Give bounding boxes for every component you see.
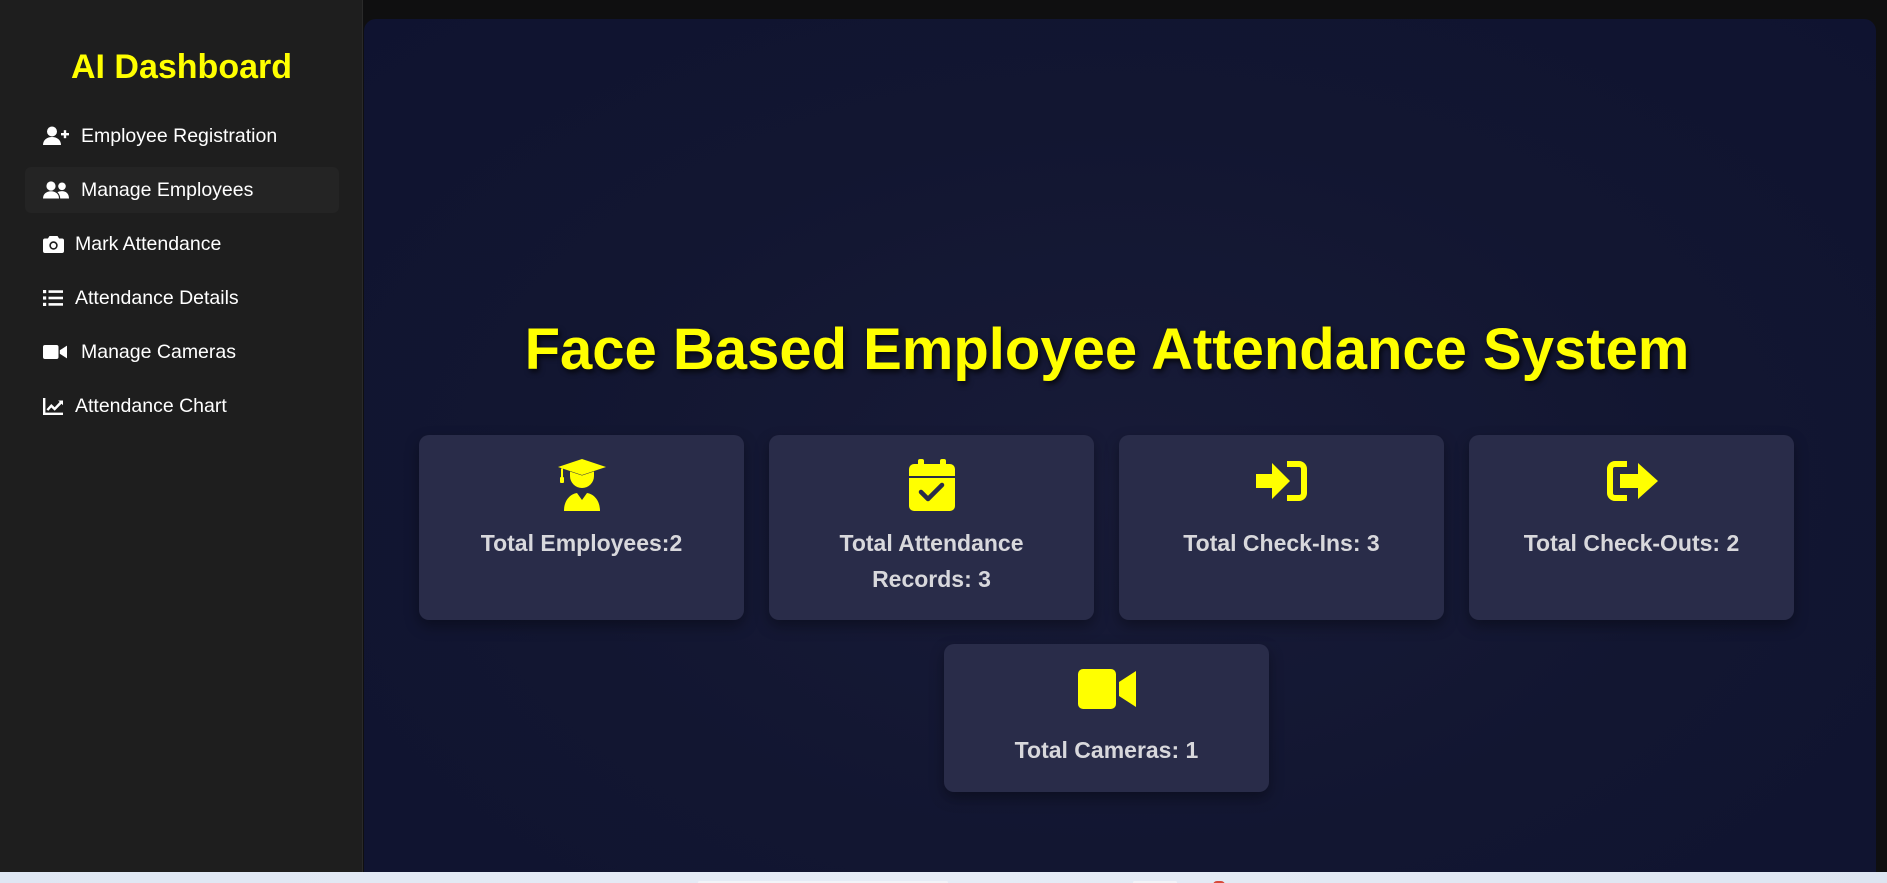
sidebar-item-manage-cameras[interactable]: Manage Cameras (25, 329, 339, 375)
main-panel: Face Based Employee Attendance System To… (364, 19, 1876, 872)
sidebar-title: AI Dashboard (70, 48, 293, 86)
sidebar-item-label: Attendance Details (75, 286, 239, 309)
stat-card-total-attendance-records: Total Attendance Records: 3 (769, 435, 1094, 620)
taskbar (0, 872, 1887, 883)
stat-card-total-check-outs: Total Check-Outs: 2 (1469, 435, 1794, 620)
stat-card-total-check-ins: Total Check-Ins: 3 (1119, 435, 1444, 620)
list-icon (43, 288, 65, 308)
sidebar-item-label: Employee Registration (81, 124, 278, 147)
sidebar-item-manage-employees[interactable]: Manage Employees (25, 167, 339, 213)
sign-out-icon (1606, 461, 1658, 501)
users-icon (43, 180, 71, 200)
sidebar-item-attendance-chart[interactable]: Attendance Chart (25, 383, 339, 429)
app-window: AI Dashboard Employee Registration Manag… (0, 0, 1887, 883)
stat-label: Total Employees:2 (480, 530, 683, 556)
calendar-check-icon (908, 459, 955, 511)
sign-in-icon (1255, 461, 1307, 501)
stat-label: Total Cameras: 1 (1014, 737, 1199, 763)
video-camera-icon (1077, 669, 1136, 709)
stat-card-total-employees: Total Employees:2 (419, 435, 744, 620)
graduate-user-icon (557, 459, 606, 511)
sidebar-item-employee-registration[interactable]: Employee Registration (25, 113, 339, 159)
sidebar-nav: Employee Registration Manage Employees M… (25, 113, 339, 437)
line-chart-icon (43, 396, 65, 416)
sidebar-item-mark-attendance[interactable]: Mark Attendance (25, 221, 339, 267)
stat-label: Total Attendance Records: 3 (839, 530, 1024, 592)
sidebar-item-label: Manage Employees (81, 178, 254, 201)
sidebar-item-attendance-details[interactable]: Attendance Details (25, 275, 339, 321)
user-plus-icon (43, 126, 71, 146)
stat-label: Total Check-Outs: 2 (1523, 530, 1740, 556)
camera-icon (43, 234, 65, 254)
page-title: Face Based Employee Attendance System (524, 317, 1690, 382)
stat-label: Total Check-Ins: 3 (1183, 530, 1380, 556)
sidebar-item-label: Mark Attendance (75, 232, 222, 255)
stat-card-total-cameras: Total Cameras: 1 (944, 644, 1269, 792)
sidebar: AI Dashboard Employee Registration Manag… (0, 0, 363, 872)
sidebar-item-label: Manage Cameras (81, 340, 236, 363)
sidebar-item-label: Attendance Chart (75, 394, 227, 417)
video-camera-icon (43, 342, 71, 362)
